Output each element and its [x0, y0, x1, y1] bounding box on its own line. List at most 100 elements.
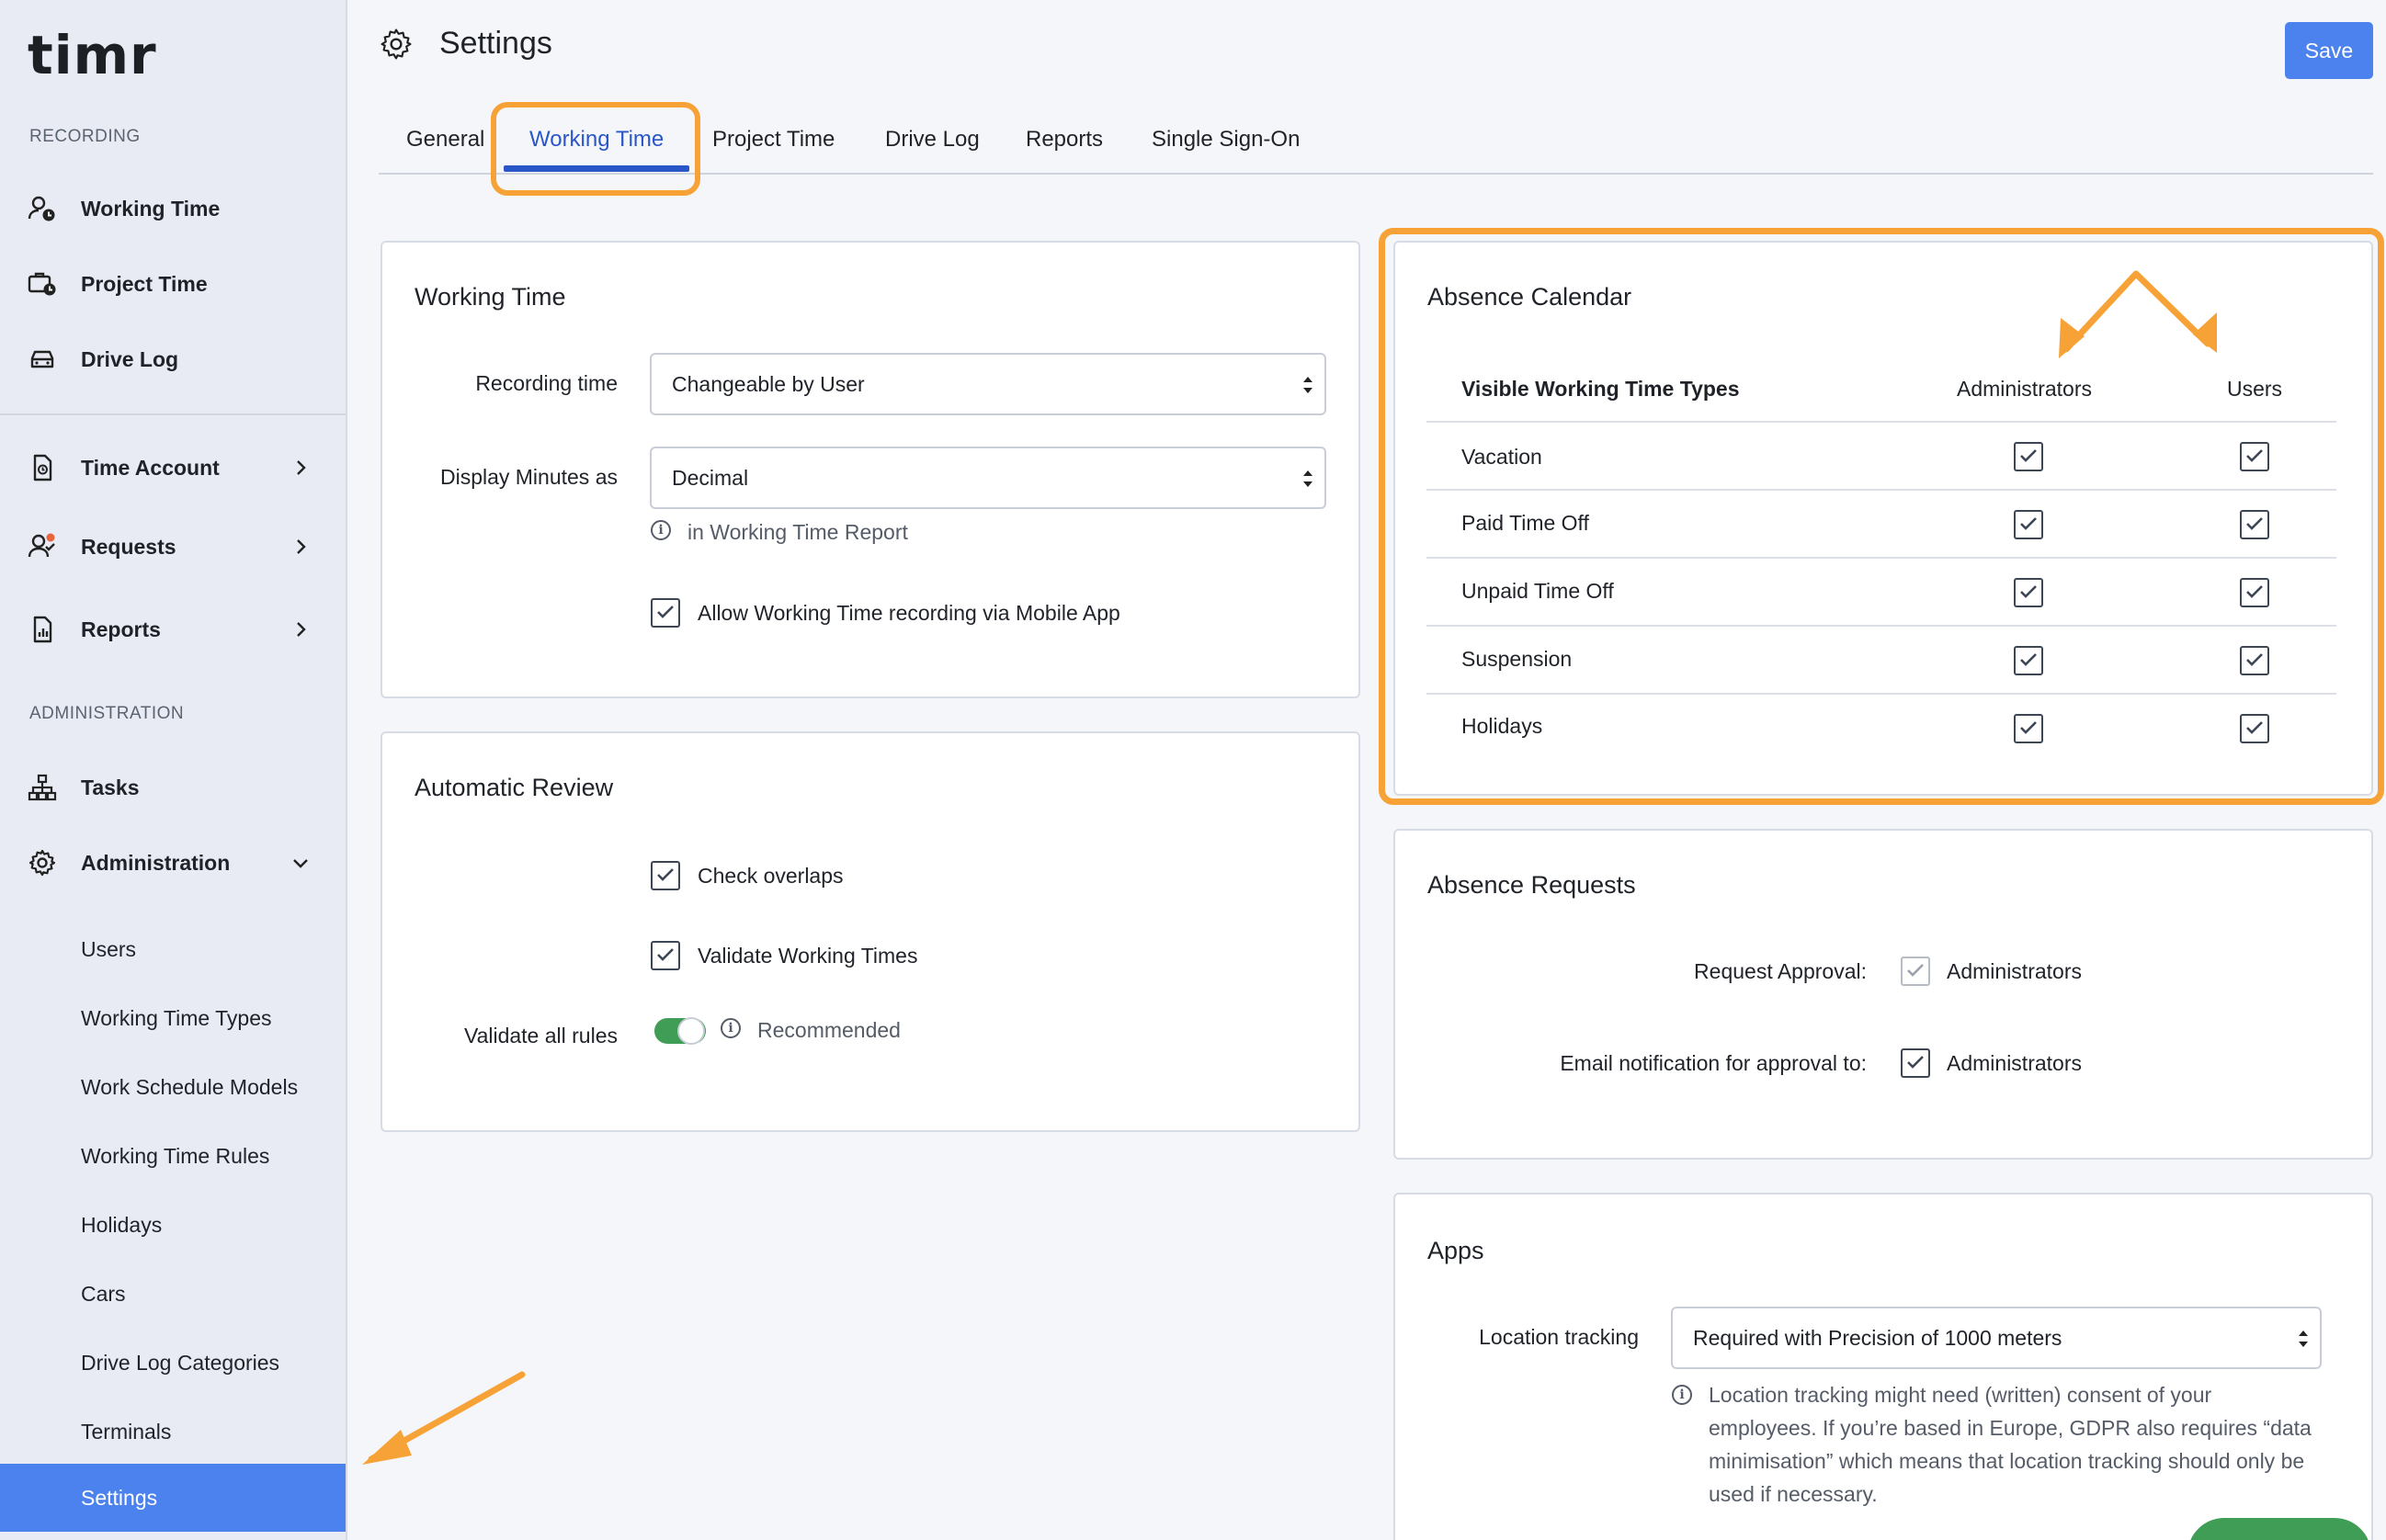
paid-time-off-admins-checkbox[interactable] — [2014, 510, 2043, 539]
sidebar-item-reports[interactable]: Reports — [0, 595, 346, 663]
recommended-text: Recommended — [757, 1018, 901, 1042]
info-icon: i — [651, 520, 671, 540]
sidebar-subitem-users[interactable]: Users — [0, 915, 346, 983]
check-overlaps-checkbox[interactable] — [651, 861, 680, 890]
unpaid-time-off-admins-checkbox[interactable] — [2014, 578, 2043, 607]
page-title: Settings — [439, 26, 552, 61]
info-icon: i — [721, 1018, 741, 1038]
display-minutes-value: Decimal — [672, 465, 749, 490]
row-divider — [1426, 489, 2336, 491]
sidebar-subitem-holidays[interactable]: Holidays — [0, 1191, 346, 1259]
request-approval-checkbox[interactable] — [1901, 957, 1930, 986]
sidebar-item-drive-log[interactable]: Drive Log — [0, 325, 346, 393]
tab-project-time[interactable]: Project Time — [712, 127, 835, 153]
sidebar-subitem-terminals[interactable]: Terminals — [0, 1398, 346, 1466]
select-arrows-icon — [2299, 1331, 2308, 1347]
gear-icon — [381, 28, 412, 60]
sidebar-subitem-work-schedule-models[interactable]: Work Schedule Models — [0, 1053, 346, 1121]
sidebar-subitem-label: Working Time Types — [81, 1005, 272, 1030]
sidebar-item-administration[interactable]: Administration — [0, 829, 346, 897]
timr-logo[interactable]: timr — [28, 24, 157, 86]
recording-time-value: Changeable by User — [672, 371, 865, 396]
checkmark-icon — [657, 868, 674, 881]
email-notification-checkbox[interactable] — [1901, 1048, 1930, 1078]
tab-drive-log[interactable]: Drive Log — [885, 127, 980, 153]
row-divider — [1426, 693, 2336, 695]
sidebar-item-project-time[interactable]: Project Time — [0, 250, 346, 318]
validate-working-times-checkbox[interactable] — [651, 941, 680, 970]
location-tracking-value: Required with Precision of 1000 meters — [1693, 1325, 2062, 1350]
display-minutes-label: Display Minutes as — [439, 465, 618, 489]
save-button[interactable]: Save — [2285, 22, 2373, 79]
absence-calendar-title: Absence Calendar — [1427, 283, 1632, 311]
check-overlaps-label: Check overlaps — [698, 864, 844, 888]
suspension-users-checkbox[interactable] — [2240, 646, 2269, 675]
sidebar-divider — [0, 413, 346, 415]
briefcase-clock-icon — [28, 269, 57, 299]
document-clock-icon — [28, 453, 57, 482]
sidebar-item-label: Project Time — [81, 271, 208, 296]
checkmark-icon — [2246, 449, 2263, 462]
display-minutes-select[interactable]: Decimal — [650, 447, 1326, 509]
sidebar-subitem-drive-log-categories[interactable]: Drive Log Categories — [0, 1329, 346, 1397]
row-label-paid-time-off: Paid Time Off — [1461, 511, 1589, 535]
section-label-recording: RECORDING — [29, 127, 141, 146]
arrow-head-icon — [362, 1430, 412, 1465]
working-time-card-title: Working Time — [415, 283, 566, 311]
sidebar-item-tasks[interactable]: Tasks — [0, 753, 346, 821]
row-divider — [1426, 421, 2336, 423]
sidebar-subitem-label: Cars — [81, 1281, 126, 1306]
sidebar-item-label: Requests — [81, 534, 176, 559]
tab-reports[interactable]: Reports — [1026, 127, 1103, 153]
location-tracking-label: Location tracking — [1479, 1325, 1639, 1349]
absence-requests-title: Absence Requests — [1427, 871, 1636, 899]
sidebar-subitem-label: Working Time Rules — [81, 1143, 270, 1168]
sidebar-item-label: Drive Log — [81, 346, 179, 371]
validate-all-rules-toggle[interactable] — [654, 1017, 706, 1045]
recommended-hint: i Recommended — [721, 1018, 901, 1043]
sidebar-subitem-label: Settings — [81, 1485, 158, 1510]
checkmark-icon — [2020, 517, 2037, 530]
sidebar-subitem-label: Work Schedule Models — [81, 1074, 299, 1099]
checkmark-icon — [2020, 449, 2037, 462]
checkmark-icon — [2246, 517, 2263, 530]
suspension-admins-checkbox[interactable] — [2014, 646, 2043, 675]
col-header-types: Visible Working Time Types — [1461, 377, 1740, 401]
unpaid-time-off-users-checkbox[interactable] — [2240, 578, 2269, 607]
page-header: Settings — [379, 26, 552, 62]
chevron-right-icon — [297, 539, 306, 554]
user-check-icon — [28, 532, 57, 561]
row-divider — [1426, 625, 2336, 627]
apps-title: Apps — [1427, 1237, 1484, 1264]
tab-single-sign-on[interactable]: Single Sign-On — [1152, 127, 1300, 153]
select-arrows-icon — [1303, 470, 1312, 487]
chevron-down-icon — [293, 859, 308, 868]
sidebar-subitem-settings[interactable]: Settings — [0, 1464, 346, 1532]
automatic-review-card-title: Automatic Review — [415, 774, 614, 801]
location-tracking-select[interactable]: Required with Precision of 1000 meters — [1671, 1307, 2322, 1369]
sidebar-subitem-working-time-rules[interactable]: Working Time Rules — [0, 1122, 346, 1190]
tab-working-time[interactable]: Working Time — [529, 127, 664, 153]
display-minutes-hint-text: in Working Time Report — [687, 520, 908, 544]
validate-working-times-label: Validate Working Times — [698, 944, 918, 968]
floating-action-button[interactable] — [2187, 1518, 2371, 1540]
sidebar-subitem-working-time-types[interactable]: Working Time Types — [0, 984, 346, 1052]
sidebar-item-working-time[interactable]: Working Time — [0, 175, 346, 243]
sidebar-item-label: Administration — [81, 850, 231, 875]
holidays-admins-checkbox[interactable] — [2014, 714, 2043, 743]
vacation-admins-checkbox[interactable] — [2014, 442, 2043, 471]
row-label-suspension: Suspension — [1461, 647, 1573, 671]
car-icon — [28, 345, 57, 374]
sidebar-subitem-cars[interactable]: Cars — [0, 1260, 346, 1328]
paid-time-off-users-checkbox[interactable] — [2240, 510, 2269, 539]
sidebar-item-requests[interactable]: Requests — [0, 513, 346, 581]
holidays-users-checkbox[interactable] — [2240, 714, 2269, 743]
sidebar-item-time-account[interactable]: Time Account — [0, 434, 346, 502]
display-minutes-hint: i in Working Time Report — [651, 520, 908, 545]
checkmark-icon — [2020, 585, 2037, 598]
mobile-app-checkbox[interactable] — [651, 598, 680, 628]
recording-time-select[interactable]: Changeable by User — [650, 353, 1326, 415]
tab-general[interactable]: General — [406, 127, 484, 153]
vacation-users-checkbox[interactable] — [2240, 442, 2269, 471]
col-header-administrators: Administrators — [1957, 377, 2092, 401]
